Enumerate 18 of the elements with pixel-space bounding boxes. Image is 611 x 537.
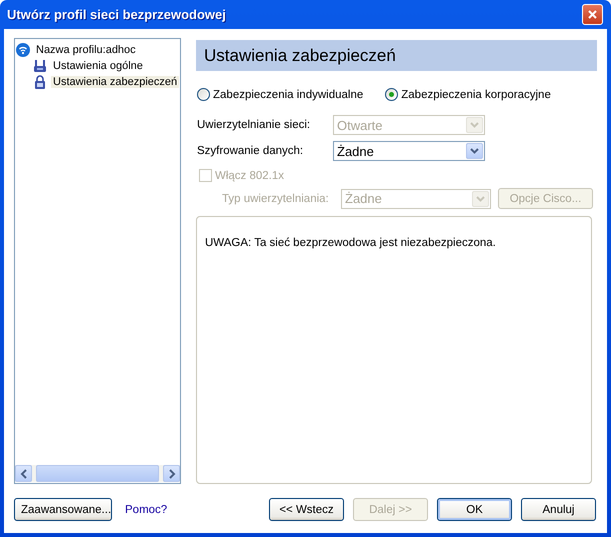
field-label: Uwierzytelnianie sieci: <box>197 119 312 131</box>
dropdown-field[interactable]: Żadne <box>333 141 485 161</box>
warning-message: UWAGA: Ta sieć bezprzewodowa jest niezabezpieczona. <box>205 237 496 249</box>
tree-item[interactable]: Ustawienia zabezpieczeń <box>51 76 180 88</box>
radio-label: Zabezpieczenia korporacyjne <box>401 88 551 100</box>
window-title: Utwórz profil sieci bezprzewodowej <box>7 7 226 22</box>
tree-item[interactable]: Nazwa profilu:adhoc <box>34 44 138 56</box>
checkbox-label: Włącz 802.1x <box>215 170 284 182</box>
tree-item[interactable]: Ustawienia ogólne <box>51 60 145 72</box>
help-link[interactable]: Pomoc? <box>125 504 168 516</box>
radio-label: Zabezpieczenia indywidualne <box>213 88 364 100</box>
dialog-button[interactable]: << Wstecz <box>269 498 344 521</box>
field-label: Szyfrowanie danych: <box>197 145 304 157</box>
field-label: Typ uwierzytelniania: <box>222 192 330 204</box>
dialog-button[interactable]: Anuluj <box>521 498 596 521</box>
dialog-button[interactable]: OK <box>437 498 512 521</box>
advanced-button[interactable]: Zaawansowane... <box>14 498 112 521</box>
panel-title: Ustawienia zabezpieczeń <box>196 40 597 71</box>
